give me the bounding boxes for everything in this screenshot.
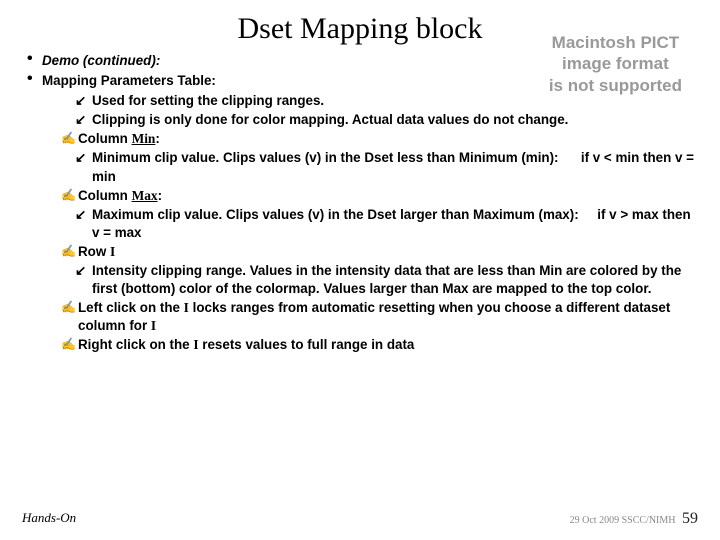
left-click-b: on the: [136, 300, 184, 315]
arrow-icon: ↙: [75, 111, 86, 129]
bullet-dot-icon: •: [27, 72, 33, 85]
sub-min-desc: ↙ Minimum clip value. Clips values (v) i…: [92, 149, 700, 185]
hand-icon: ✍: [61, 243, 76, 259]
pict-error-line2: image format: [562, 54, 669, 73]
pict-error-placeholder: Macintosh PICT image format is not suppo…: [549, 32, 682, 96]
arrow-icon: ↙: [75, 92, 86, 110]
sub-row-i: ✍ Row I: [78, 243, 700, 261]
footer-page-info: 29 Oct 2009 SSCC/NIMH 59: [570, 510, 698, 528]
right-click-d: resets values to full range in data: [199, 337, 415, 352]
footer-page-number: 59: [682, 510, 698, 527]
sub-left-click: ✍ Left click on the I locks ranges from …: [78, 299, 700, 335]
slide-container: Dset Mapping block Macintosh PICT image …: [0, 0, 720, 540]
sub-clipping-only: ↙ Clipping is only done for color mappin…: [92, 111, 700, 129]
right-click-b: on the: [146, 337, 194, 352]
sub-column-max: ✍ Column Max:: [78, 187, 700, 205]
left-click-a: Left click: [78, 300, 136, 315]
used-for-setting-text: Used for setting the clipping ranges.: [92, 93, 324, 108]
sub-right-click: ✍ Right click on the I resets values to …: [78, 336, 700, 354]
column-min-label: Min: [132, 131, 156, 146]
column-max-label: Max: [132, 188, 158, 203]
column-min-suffix: :: [155, 131, 159, 146]
intensity-desc-text: Intensity clipping range. Values in the …: [92, 263, 681, 296]
left-click-e: I: [151, 318, 156, 333]
hand-icon: ✍: [61, 187, 76, 203]
demo-continued-text: Demo (continued):: [42, 53, 160, 68]
arrow-icon: ↙: [75, 262, 86, 280]
max-desc-text: Maximum clip value. Clips values (v) in …: [92, 207, 579, 222]
mapping-parameters-text: Mapping Parameters Table:: [42, 73, 216, 88]
column-max-suffix: :: [158, 188, 162, 203]
sub-column-min: ✍ Column Min:: [78, 130, 700, 148]
hand-icon: ✍: [61, 336, 76, 352]
clipping-only-text: Clipping is only done for color mapping.…: [92, 112, 568, 127]
min-desc-text: Minimum clip value. Clips values (v) in …: [92, 150, 559, 165]
right-click-a: Right click: [78, 337, 146, 352]
hand-icon: ✍: [61, 130, 76, 146]
row-i-label: I: [110, 244, 115, 259]
footer-hands-on: Hands-On: [22, 510, 76, 526]
slide-content: • Demo (continued): • Mapping Parameters…: [20, 52, 700, 355]
pict-error-line3: is not supported: [549, 76, 682, 95]
bullet-dot-icon: •: [27, 52, 33, 65]
arrow-icon: ↙: [75, 206, 86, 224]
column-max-prefix: Column: [78, 188, 132, 203]
arrow-icon: ↙: [75, 149, 86, 167]
sub-intensity-desc: ↙ Intensity clipping range. Values in th…: [92, 262, 700, 298]
row-i-prefix: Row: [78, 244, 110, 259]
footer-date: 29 Oct 2009 SSCC/NIMH: [570, 515, 676, 526]
column-min-prefix: Column: [78, 131, 132, 146]
pict-error-line1: Macintosh PICT: [552, 33, 680, 52]
sub-max-desc: ↙ Maximum clip value. Clips values (v) i…: [92, 206, 700, 242]
hand-icon: ✍: [61, 299, 76, 315]
